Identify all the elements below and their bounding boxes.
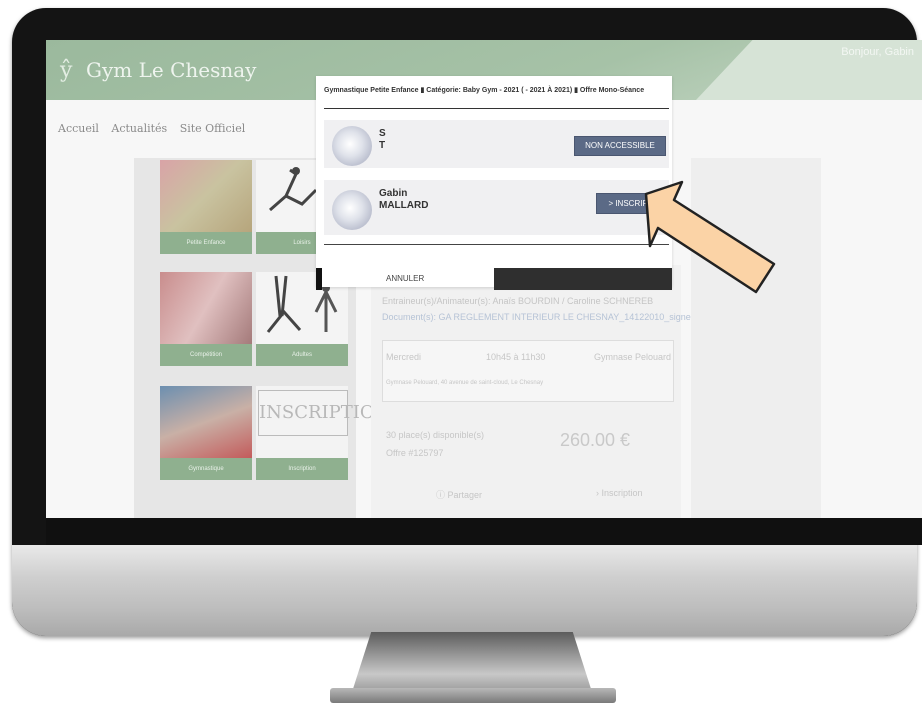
share-link[interactable]: ⓘ Partager [436, 488, 482, 501]
tile-caption: Compétition [160, 344, 252, 366]
member-row: S T NON ACCESSIBLE [324, 120, 669, 168]
monitor-stand [352, 632, 592, 692]
header-user[interactable]: Bonjour, Gabin [841, 46, 914, 58]
cancel-button[interactable]: ANNULER [386, 274, 424, 283]
nav-item-site-officiel[interactable]: Site Officiel [180, 122, 246, 135]
member-row: Gabin MALLARD > INSCRIRE [324, 180, 669, 235]
schedule-place: Gymnase Pelouard [594, 352, 672, 362]
text-cursor-icon [316, 268, 322, 290]
places-available: 30 place(s) disponible(s) [386, 430, 485, 440]
screen: ŷ Gym Le Chesnay Bonjour, Gabin Accueil … [46, 40, 922, 518]
offer-number: Offre #125797 [386, 448, 444, 458]
nav-item-actualites[interactable]: Actualités [111, 122, 167, 135]
tile-photo [160, 272, 252, 344]
schedule-time: 10h45 à 11h30 [486, 352, 546, 362]
schedule-box [382, 340, 674, 402]
inscription-link-label: Inscription [601, 488, 643, 498]
schedule-address: Gymnase Pelouard, 40 avenue de saint-clo… [386, 380, 544, 386]
inscription-label[interactable]: INSCRIPTION [258, 390, 390, 436]
avatar [332, 126, 372, 166]
monitor-stand-base [330, 688, 616, 703]
tile-competition[interactable]: Compétition [160, 272, 252, 366]
share-label: Partager [447, 490, 483, 500]
modal-header: Gymnastique Petite Enfance ▮ Catégorie: … [324, 87, 645, 94]
member-last-name: T [379, 140, 386, 151]
tile-photo [160, 386, 252, 458]
member-first-name: Gabin [379, 188, 408, 199]
main-nav: Accueil Actualités Site Officiel [58, 122, 254, 135]
avatar [332, 190, 372, 230]
monitor-chin [12, 545, 917, 636]
modal-divider [324, 108, 669, 109]
tile-caption: Adultes [256, 344, 348, 366]
price: 260.00 € [560, 430, 631, 450]
site-title[interactable]: Gym Le Chesnay [86, 58, 256, 82]
pointer-arrow-icon [644, 180, 776, 294]
modal-footer-divider [324, 244, 669, 245]
gym-logo-icon[interactable]: ŷ [60, 58, 72, 83]
tile-photo [160, 160, 252, 232]
inscription-link[interactable]: › Inscription [596, 488, 643, 498]
member-last-name: MALLARD [379, 200, 429, 211]
schedule-day: Mercredi [386, 352, 422, 362]
tile-petite-enfance[interactable]: Petite Enfance [160, 160, 252, 254]
tile-caption: Inscription [256, 458, 348, 480]
trainers-text: Entraineur(s)/Animateur(s): Anaïs BOURDI… [382, 296, 654, 306]
tile-caption: Gymnastique [160, 458, 252, 480]
share-icon: ⓘ [436, 490, 448, 500]
tile-caption: Petite Enfance [160, 232, 252, 254]
non-accessible-button[interactable]: NON ACCESSIBLE [574, 136, 666, 156]
screen-bottom-bezel [46, 518, 922, 545]
nav-item-accueil[interactable]: Accueil [58, 122, 99, 135]
tile-gymnastique[interactable]: Gymnastique [160, 386, 252, 480]
member-first-name: S [379, 128, 386, 139]
